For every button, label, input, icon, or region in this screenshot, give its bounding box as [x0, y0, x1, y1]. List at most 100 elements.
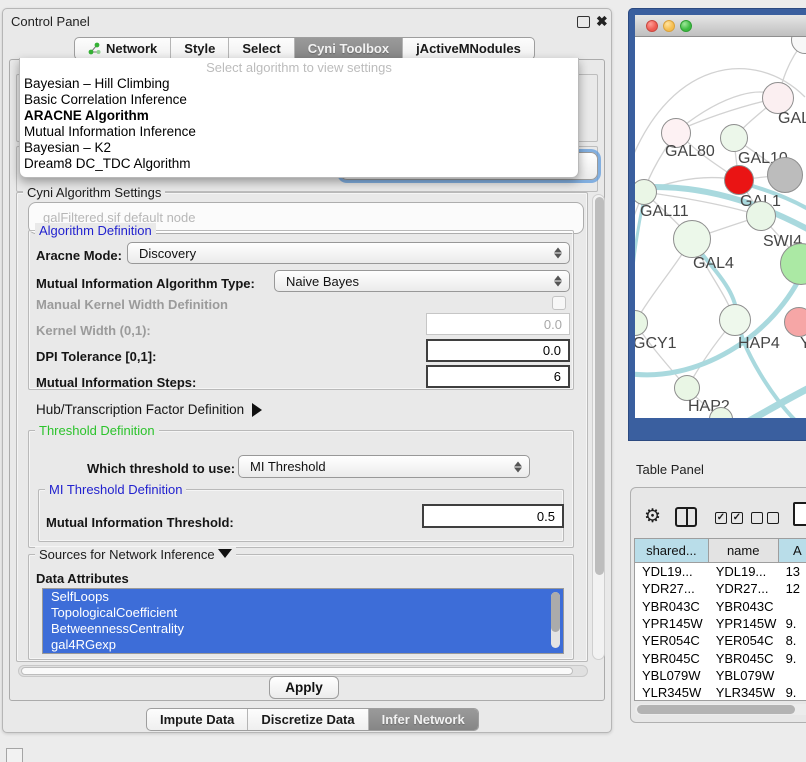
- settings-vertical-scrollbar[interactable]: [592, 194, 605, 660]
- attribute-list-item[interactable]: BetweennessCentrality: [43, 621, 563, 637]
- table-cell[interactable]: 9.: [779, 649, 806, 666]
- table-cell[interactable]: 9.: [779, 615, 806, 632]
- tab-cyni-toolbox[interactable]: Cyni Toolbox: [295, 38, 403, 59]
- network-canvas[interactable]: GALGAL80GAL10GAL1GAL11SWI4GAL4GCY1HAP4YH…: [635, 37, 806, 418]
- table-cell[interactable]: 8.: [779, 632, 806, 649]
- table-cell[interactable]: YPR145W: [709, 615, 779, 632]
- network-node-gal4[interactable]: [673, 220, 711, 258]
- table-cell[interactable]: YBL079W: [635, 667, 709, 684]
- dock-panel-icon[interactable]: [6, 748, 23, 762]
- table-cell[interactable]: YBR043C: [635, 598, 709, 615]
- close-window-icon[interactable]: ✖: [596, 16, 609, 28]
- table-cell[interactable]: YPR145W: [635, 615, 709, 632]
- list-scrollbar[interactable]: [551, 592, 560, 648]
- table-row[interactable]: YDL19...YDL19...13: [635, 563, 806, 580]
- table-cell[interactable]: 12: [779, 580, 806, 597]
- data-attributes-list[interactable]: SelfLoopsTopologicalCoefficientBetweenne…: [42, 588, 564, 654]
- network-node-hap4[interactable]: [719, 304, 751, 336]
- deselect-all-checkbox-icon[interactable]: [751, 512, 763, 524]
- table-cell[interactable]: YER054C: [635, 632, 709, 649]
- column-header-A[interactable]: A: [779, 539, 806, 562]
- apply-button[interactable]: Apply: [269, 676, 339, 699]
- table-row[interactable]: YLR345WYLR345W9.: [635, 684, 806, 701]
- table-horizontal-scrollbar[interactable]: [635, 704, 806, 715]
- network-node-y[interactable]: [784, 307, 806, 337]
- network-node-swi4[interactable]: [746, 201, 776, 231]
- which-threshold-label: Which threshold to use:: [87, 461, 235, 476]
- gear-icon[interactable]: ⚙: [644, 505, 661, 528]
- table-row[interactable]: YBR043CYBR043C: [635, 598, 806, 615]
- control-panel-window: Control Panel ✖ NetworkStyleSelectCyni T…: [2, 8, 612, 733]
- table-cell[interactable]: YLR345W: [709, 684, 779, 701]
- network-window-titlebar[interactable]: [635, 15, 806, 37]
- dropdown-item[interactable]: Dream8 DC_TDC Algorithm: [20, 156, 578, 172]
- aracne-mode-combo[interactable]: Discovery: [127, 242, 570, 264]
- which-threshold-combo[interactable]: MI Threshold: [238, 455, 530, 478]
- mi-steps-field[interactable]: 6: [426, 365, 570, 388]
- close-traffic-light-icon[interactable]: [646, 20, 658, 32]
- tab-style[interactable]: Style: [171, 38, 229, 59]
- network-view-window: GALGAL80GAL10GAL1GAL11SWI4GAL4GCY1HAP4YH…: [628, 8, 806, 441]
- hub-tf-definition-toggle[interactable]: Hub/Transcription Factor Definition: [36, 402, 262, 417]
- mi-type-combo[interactable]: Naive Bayes: [274, 270, 570, 292]
- tab-select[interactable]: Select: [229, 38, 294, 59]
- tab-jactivemnodules[interactable]: jActiveMNodules: [403, 38, 534, 59]
- dpi-tolerance-field[interactable]: 0.0: [426, 339, 570, 362]
- attribute-list-item[interactable]: SelfLoops: [43, 589, 563, 605]
- table-cell[interactable]: YBR045C: [709, 649, 779, 666]
- attribute-list-item[interactable]: TopologicalCoefficient: [43, 605, 563, 621]
- table-cell[interactable]: 13: [779, 563, 806, 580]
- column-header-shared...[interactable]: shared...: [635, 539, 709, 562]
- table-cell[interactable]: YBL079W: [709, 667, 779, 684]
- table-cell[interactable]: YDL19...: [635, 563, 709, 580]
- table-cell[interactable]: 9.: [779, 684, 806, 701]
- select-all-checkbox-icon[interactable]: ✓: [731, 512, 743, 524]
- bottom-tab-infer-network[interactable]: Infer Network: [369, 709, 478, 730]
- table-cell[interactable]: YLR345W: [635, 684, 709, 701]
- dropdown-item[interactable]: Basic Correlation Inference: [20, 92, 578, 108]
- table-cell[interactable]: YER054C: [709, 632, 779, 649]
- table-row[interactable]: YDR27...YDR27...12: [635, 580, 806, 597]
- table-row[interactable]: YBL079WYBL079W: [635, 667, 806, 684]
- table-row[interactable]: YBR045CYBR045C9.: [635, 649, 806, 666]
- document-icon[interactable]: [793, 502, 806, 526]
- tab-label: Network: [106, 41, 157, 56]
- dropdown-item[interactable]: Mutual Information Inference: [20, 124, 578, 140]
- mi-threshold-field[interactable]: 0.5: [422, 504, 564, 528]
- table-cell[interactable]: [779, 667, 806, 684]
- which-threshold-value: MI Threshold: [250, 459, 326, 474]
- table-cell[interactable]: [779, 598, 806, 615]
- sources-group-title[interactable]: Sources for Network Inference: [35, 547, 236, 562]
- kernel-width-field: 0.0: [426, 313, 570, 335]
- tab-label: Style: [184, 41, 215, 56]
- table-cell[interactable]: YBR045C: [635, 649, 709, 666]
- dropdown-item[interactable]: Bayesian – Hill Climbing: [20, 76, 578, 92]
- zoom-traffic-light-icon[interactable]: [680, 20, 692, 32]
- columns-icon[interactable]: [675, 507, 697, 527]
- bottom-tab-impute-data[interactable]: Impute Data: [147, 709, 248, 730]
- float-window-icon[interactable]: [577, 16, 590, 28]
- table-row[interactable]: YPR145WYPR145W9.: [635, 615, 806, 632]
- table-row[interactable]: YER054CYER054C8.: [635, 632, 806, 649]
- table-panel-title: Table Panel: [636, 462, 704, 477]
- minimize-traffic-light-icon[interactable]: [663, 20, 675, 32]
- attribute-list-item[interactable]: gal4RGexp: [43, 637, 563, 653]
- network-node-gal1[interactable]: [724, 165, 754, 195]
- table-cell[interactable]: YDL19...: [709, 563, 779, 580]
- deselect-all-checkbox-icon[interactable]: [767, 512, 779, 524]
- manual-kernel-checkbox[interactable]: [552, 296, 566, 310]
- cyni-settings-title: Cyni Algorithm Settings: [23, 185, 165, 200]
- network-node-gal10[interactable]: [720, 124, 748, 152]
- mi-threshold-group-title: MI Threshold Definition: [45, 482, 186, 497]
- dropdown-item[interactable]: Bayesian – K2: [20, 140, 578, 156]
- network-node[interactable]: [767, 157, 803, 193]
- column-header-name[interactable]: name: [709, 539, 779, 562]
- table-cell[interactable]: YBR043C: [709, 598, 779, 615]
- table-cell[interactable]: YDR27...: [709, 580, 779, 597]
- tab-network[interactable]: Network: [75, 38, 171, 59]
- dropdown-item[interactable]: ARACNE Algorithm: [20, 108, 578, 124]
- bottom-tab-discretize-data[interactable]: Discretize Data: [248, 709, 368, 730]
- bottom-tab-label: Impute Data: [160, 712, 234, 727]
- select-all-checkbox-icon[interactable]: ✓: [715, 512, 727, 524]
- table-cell[interactable]: YDR27...: [635, 580, 709, 597]
